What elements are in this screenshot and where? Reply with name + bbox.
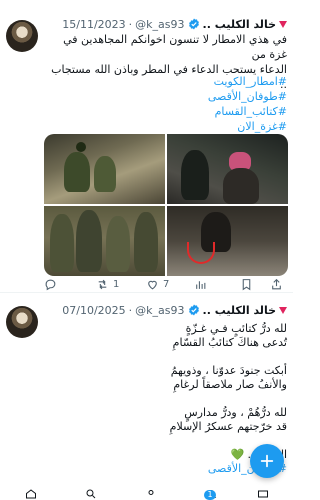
media-image[interactable] xyxy=(167,206,288,276)
avatar[interactable] xyxy=(6,306,38,338)
tweet-header: خالد الكليب .. @k_as93 · 15/11/2023 xyxy=(62,16,287,32)
tweet-text-line: لله درُّ كتائبٍ فـي غـزّةٍ xyxy=(185,322,287,335)
heart-icon xyxy=(148,280,157,290)
separator: · xyxy=(128,17,133,31)
search-icon[interactable] xyxy=(84,488,98,500)
hashtag-link[interactable]: #كتائب_القسام xyxy=(208,104,287,119)
display-name[interactable]: خالد الكليب .. xyxy=(203,18,276,31)
hashtag-list: #امطار_الكويت #طوفان_الأقصى #كتائب_القسا… xyxy=(208,74,287,134)
views-button[interactable] xyxy=(194,278,211,291)
share-button[interactable] xyxy=(270,278,283,291)
bottom-tab-bar xyxy=(0,486,293,500)
display-name[interactable]: خالد الكليب .. xyxy=(203,304,276,317)
user-handle[interactable]: @k_as93 xyxy=(135,304,184,317)
separator: · xyxy=(128,303,133,317)
tweet-divider xyxy=(0,292,293,293)
tweet-text-line: قد خرّجتهم عسكرُ الإسلامِ xyxy=(169,420,287,433)
red-triangle-icon xyxy=(279,306,287,314)
tweet-text-line: لله درُّهُمْ ، ودرُّ مدارسٍ xyxy=(184,406,287,419)
media-image[interactable] xyxy=(167,134,288,204)
retweet-button[interactable]: 1 xyxy=(96,278,119,291)
user-handle[interactable]: @k_as93 xyxy=(135,18,184,31)
avatar[interactable] xyxy=(6,20,38,52)
bookmark-button[interactable] xyxy=(240,278,253,291)
tweet-actions: 1 7 xyxy=(44,278,288,292)
notifications-badge: 1 xyxy=(204,490,216,500)
tweet-text-line: والأنفُ صار ملاصقاً لرغامِ xyxy=(173,378,287,391)
media-image[interactable] xyxy=(44,134,165,204)
tweet-1[interactable]: خالد الكليب .. @k_as93 · 15/11/2023 في ه… xyxy=(0,0,293,292)
tweet-text-line: في هذي الامطار لا تنسون اخوانكم المجاهدي… xyxy=(63,33,287,61)
like-count: 7 xyxy=(163,279,170,290)
bookmark-icon xyxy=(242,279,251,291)
tweet-header: خالد الكليب .. @k_as93 · 07/10/2025 xyxy=(62,302,287,318)
retweet-icon xyxy=(98,279,107,290)
hashtag-link[interactable]: #غزة_الان xyxy=(208,119,287,134)
communities-icon[interactable] xyxy=(144,488,158,500)
media-grid xyxy=(44,134,288,276)
views-icon xyxy=(196,281,206,289)
hashtag-link[interactable]: #طوفان_الأقصى xyxy=(208,89,287,104)
red-triangle-icon xyxy=(279,20,287,28)
share-icon xyxy=(272,278,281,290)
tweet-text-line: تُدعى هناكَ كتائبُ القسّامِ xyxy=(172,336,287,349)
reply-button[interactable] xyxy=(44,278,61,291)
verified-badge-icon xyxy=(188,18,199,30)
tweet-text-line: أبكت جنودَ عدوّنا ، وذويهمُ xyxy=(170,364,287,377)
retweet-count: 1 xyxy=(113,279,120,290)
plus-icon xyxy=(260,454,274,468)
tweet-2[interactable]: خالد الكليب .. @k_as93 · 07/10/2025 لله … xyxy=(0,294,293,500)
tweet-date[interactable]: 15/11/2023 xyxy=(62,18,125,31)
verified-badge-icon xyxy=(188,304,199,316)
messages-icon[interactable] xyxy=(256,488,270,500)
home-icon[interactable] xyxy=(24,488,38,500)
reply-icon xyxy=(45,279,56,291)
like-button[interactable]: 7 xyxy=(146,278,169,291)
tweet-date[interactable]: 07/10/2025 xyxy=(62,304,125,317)
compose-button[interactable] xyxy=(250,444,284,478)
media-image[interactable] xyxy=(44,206,165,276)
green-heart-emoji: 💚 xyxy=(230,448,245,461)
hashtag-link[interactable]: #امطار_الكويت xyxy=(208,74,287,89)
